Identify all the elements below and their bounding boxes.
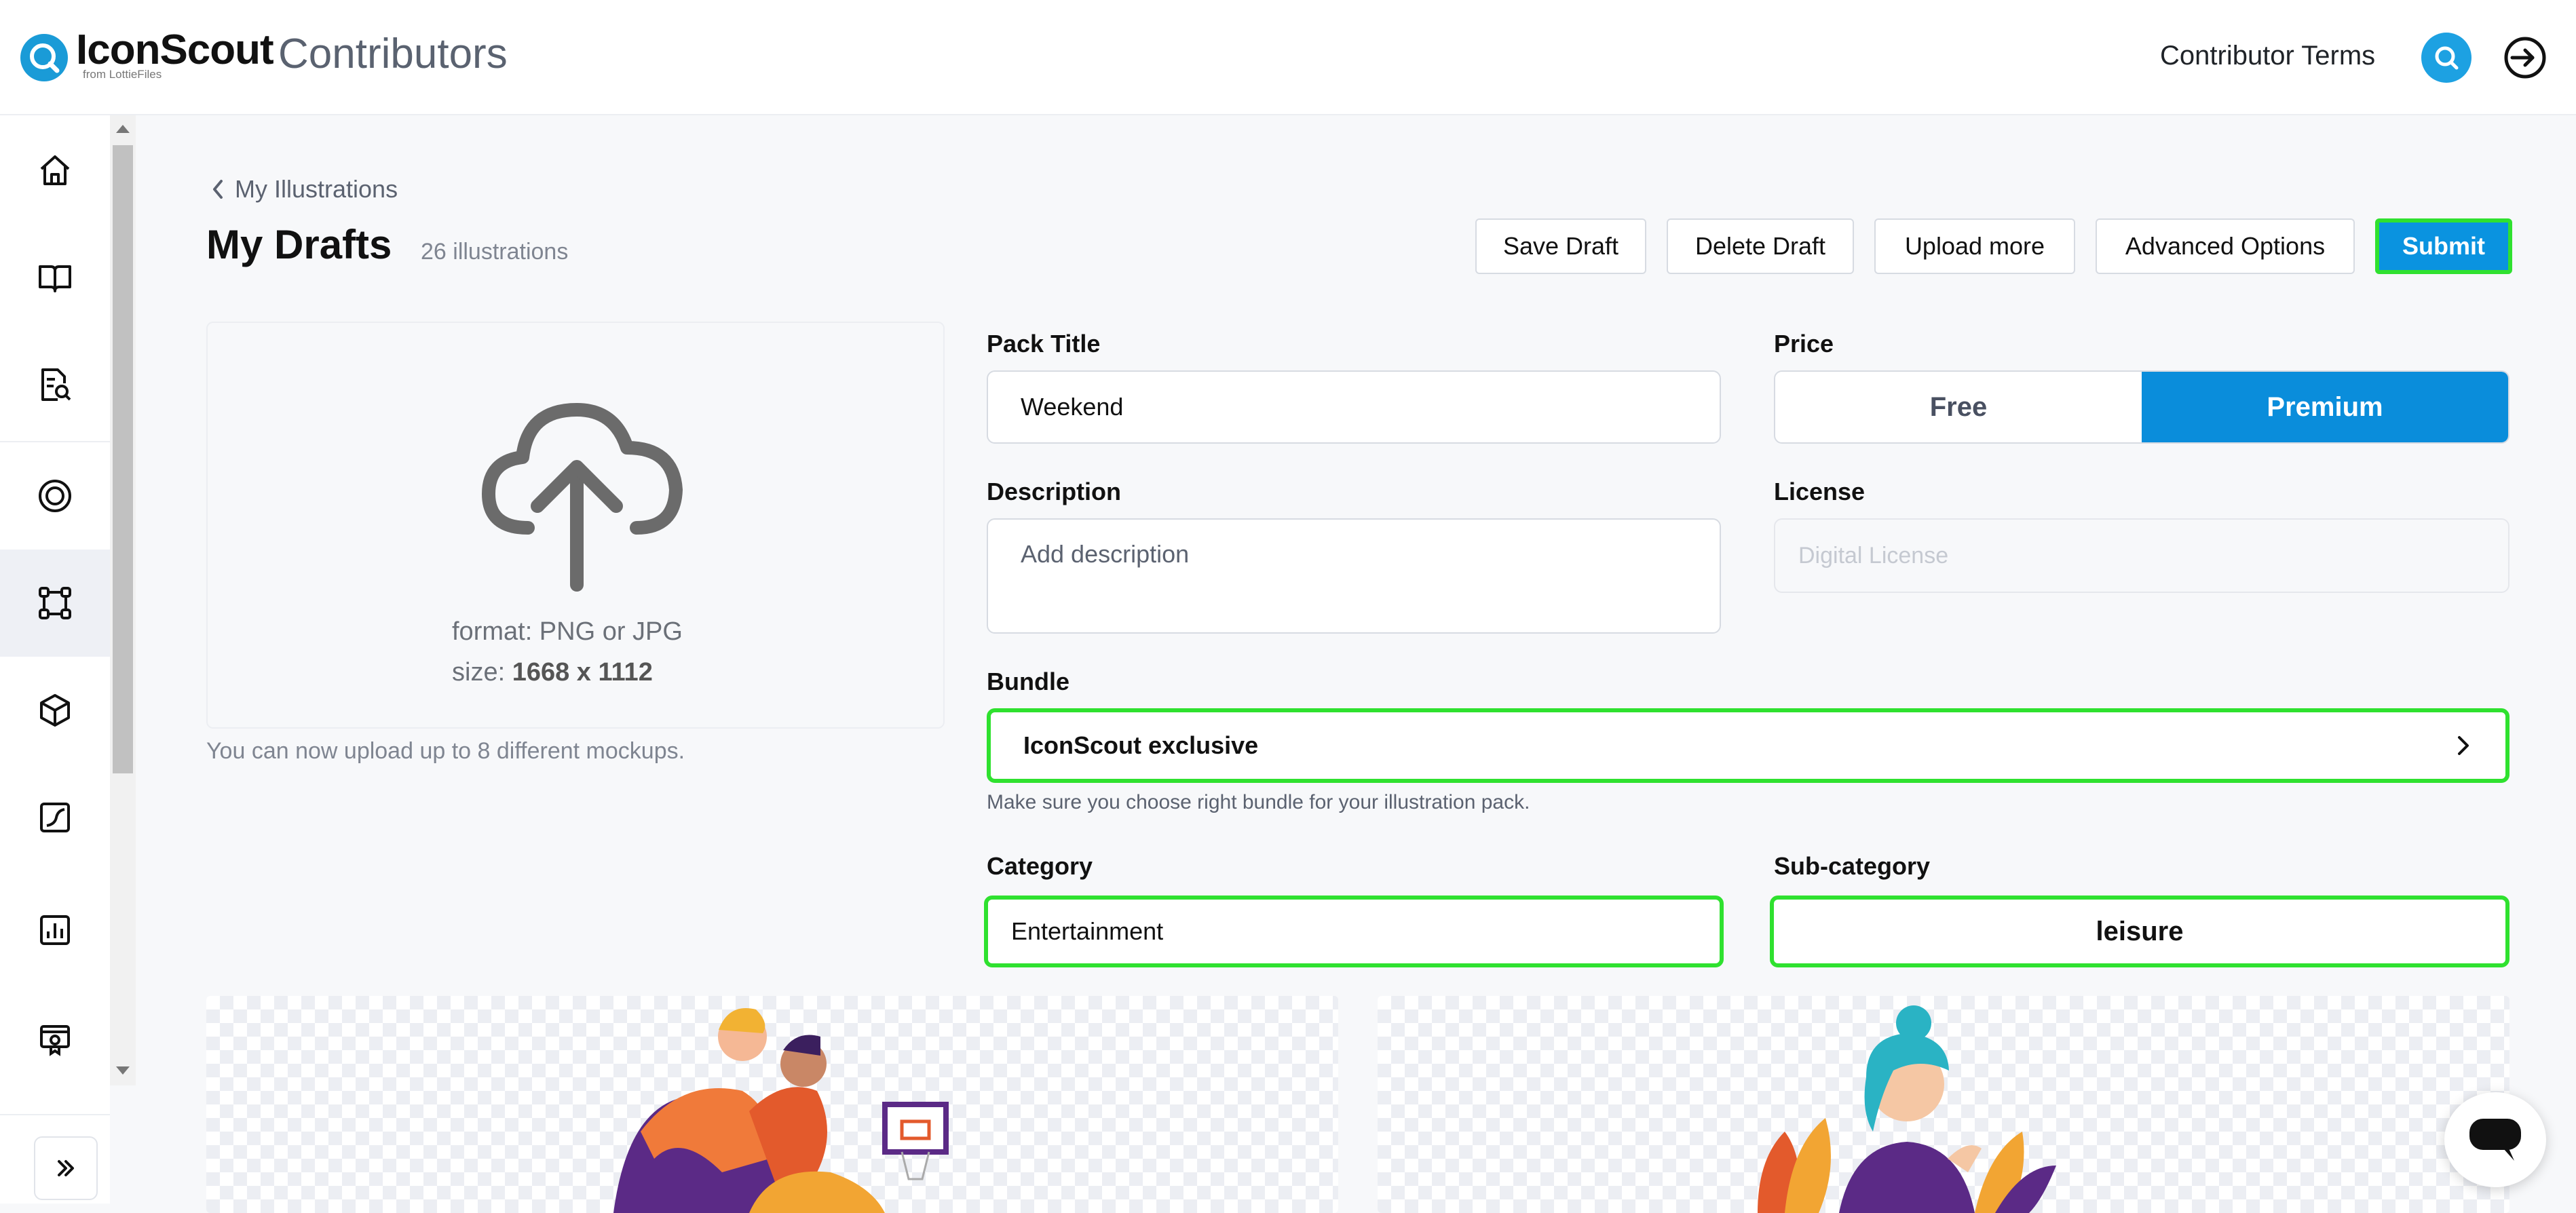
upload-size-value: 1668 x 1112 <box>512 658 653 687</box>
sidebar-item-library[interactable] <box>0 224 110 331</box>
sidebar-item-home[interactable] <box>0 117 110 224</box>
basketball-illustration <box>613 1008 949 1213</box>
contributor-terms-link[interactable]: Contributor Terms <box>2160 41 2375 71</box>
delete-draft-button[interactable]: Delete Draft <box>1667 218 1854 274</box>
logo-subtext: from LottieFiles <box>83 68 162 81</box>
sidebar-scroll-thumb[interactable] <box>113 145 133 773</box>
description-textarea[interactable]: Add description <box>987 518 1721 634</box>
avatar[interactable] <box>2421 33 2471 83</box>
illustration-count: 26 illustrations <box>421 239 569 265</box>
sidebar-item-badges[interactable] <box>0 985 110 1092</box>
illustration-card[interactable] <box>1378 996 2509 1213</box>
iconscout-logo-icon[interactable] <box>20 34 68 81</box>
page-title: My Drafts <box>206 222 392 267</box>
file-search-icon <box>41 368 71 401</box>
sidebar-item-target[interactable] <box>0 442 110 550</box>
price-premium-option[interactable]: Premium <box>2142 372 2508 442</box>
chart-line-icon <box>40 803 70 832</box>
chat-icon <box>2469 1119 2521 1161</box>
subcategory-label: Sub-category <box>1774 852 1931 880</box>
license-label: License <box>1774 478 1865 505</box>
upload-size-label: size: <box>452 658 512 687</box>
price-label: Price <box>1774 330 1834 358</box>
illustration-card[interactable] <box>206 996 1338 1213</box>
advanced-options-button[interactable]: Advanced Options <box>2096 218 2355 274</box>
bundle-value: IconScout exclusive <box>1023 731 1259 759</box>
home-icon <box>40 155 70 185</box>
category-label: Category <box>987 852 1093 880</box>
sidebar-item-review[interactable] <box>0 331 110 438</box>
chevron-right-icon <box>2458 736 2469 755</box>
upload-format-text: format: PNG or JPG <box>452 617 683 646</box>
target-icon <box>39 480 71 512</box>
pack-title-input[interactable]: Weekend <box>987 370 1721 444</box>
sidebar-item-stats[interactable] <box>0 877 110 984</box>
logout-icon[interactable] <box>2503 35 2547 80</box>
sidebar-item-illustrations[interactable] <box>0 550 110 657</box>
chevron-left-icon <box>213 180 223 199</box>
chevron-double-right-icon <box>58 1160 74 1176</box>
price-toggle: Free Premium <box>1774 370 2509 444</box>
bundle-select[interactable]: IconScout exclusive <box>987 708 2509 783</box>
category-select[interactable]: Entertainment <box>984 896 1724 967</box>
badge-icon <box>40 1025 70 1056</box>
submit-button[interactable]: Submit <box>2375 218 2512 274</box>
upload-more-button[interactable]: Upload more <box>1874 218 2075 274</box>
sidebar-expand-button[interactable] <box>34 1136 98 1200</box>
scroll-down-arrow-icon[interactable] <box>116 1066 130 1075</box>
scroll-up-arrow-icon[interactable] <box>116 125 130 133</box>
cloud-upload-icon <box>482 403 683 592</box>
description-label: Description <box>987 478 1122 505</box>
price-free-option[interactable]: Free <box>1775 372 2142 442</box>
sidebar-item-3d[interactable] <box>0 657 110 764</box>
cube-icon <box>40 694 70 727</box>
back-link-label: My Illustrations <box>235 175 398 203</box>
save-draft-button[interactable]: Save Draft <box>1475 218 1646 274</box>
logo-text[interactable]: IconScout <box>76 26 274 74</box>
upload-size-text: size: 1668 x 1112 <box>452 658 653 687</box>
pack-title-label: Pack Title <box>987 330 1101 358</box>
vector-frame-icon <box>39 587 71 619</box>
chat-widget-button[interactable] <box>2444 1092 2546 1187</box>
subcategory-select[interactable]: leisure <box>1770 896 2509 967</box>
sidebar-item-animations[interactable] <box>0 764 110 871</box>
upload-note: You can now upload up to 8 different moc… <box>206 738 685 764</box>
bundle-label: Bundle <box>987 668 1069 695</box>
book-icon <box>39 265 71 292</box>
bar-chart-icon <box>40 915 70 945</box>
bundle-helper-text: Make sure you choose right bundle for yo… <box>987 791 1530 813</box>
back-link[interactable]: My Illustrations <box>210 175 398 204</box>
license-field[interactable]: Digital License <box>1774 518 2509 593</box>
app-title: Contributors <box>278 31 508 77</box>
sidebar-divider <box>0 1114 110 1115</box>
woman-plants-illustration <box>1758 1005 2056 1213</box>
